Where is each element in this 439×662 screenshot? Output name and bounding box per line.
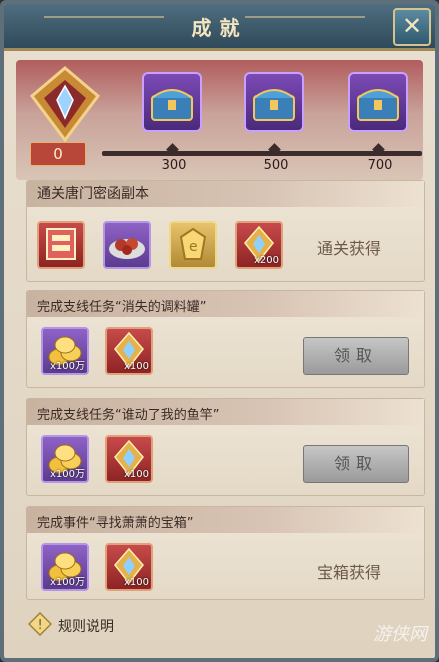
- watermark-text: 游侠网: [373, 624, 427, 645]
- achievement-card: 完成支线任务“谁动了我的鱼竿” x100万 x100 领取: [26, 398, 425, 496]
- reward-quantity: x100万: [49, 469, 85, 480]
- svg-text:e: e: [189, 239, 198, 255]
- reward-item[interactable]: x100: [105, 543, 153, 591]
- achievement-title: 通关唐门密函副本: [37, 186, 149, 202]
- reward-quantity: x100: [123, 469, 149, 480]
- achievement-title: 完成支线任务“消失的调料罐”: [37, 300, 207, 315]
- achievement-status: 通关获得: [317, 239, 382, 258]
- reward-quantity: x200: [253, 255, 279, 266]
- svg-text:!: !: [38, 618, 43, 633]
- tier-label-500: 500: [263, 158, 289, 173]
- reward-chest-300[interactable]: [142, 72, 202, 132]
- achievement-card: 通关唐门密函副本 e x200 通关获得: [26, 180, 425, 282]
- window-title: 成就: [191, 16, 248, 40]
- info-diamond-icon: !: [28, 612, 52, 636]
- tier-label-700: 700: [367, 158, 393, 173]
- treasure-chest-icon: [151, 89, 193, 121]
- reward-item[interactable]: x100万: [41, 327, 89, 375]
- treasure-chest-icon: [253, 89, 295, 121]
- rules-link[interactable]: 规则说明: [58, 616, 114, 636]
- seal-item-icon: [46, 228, 76, 260]
- reward-item[interactable]: x100万: [41, 435, 89, 483]
- reward-item[interactable]: x100: [105, 327, 153, 375]
- food-plate-icon: [109, 238, 145, 259]
- reward-item[interactable]: e: [169, 221, 217, 269]
- reward-chest-700[interactable]: [348, 72, 408, 132]
- achievement-status: 宝箱获得: [317, 563, 382, 582]
- treasure-chest-icon: [357, 89, 399, 121]
- reward-quantity: x100万: [49, 577, 85, 588]
- achievement-card: 完成支线任务“消失的调料罐” x100万 x100 领取: [26, 290, 425, 388]
- reward-quantity: x100万: [49, 361, 85, 372]
- gold-token-icon: e: [179, 227, 207, 260]
- reward-item[interactable]: [103, 221, 151, 269]
- close-button[interactable]: ✕: [393, 8, 431, 46]
- close-icon: ✕: [401, 12, 423, 40]
- achievement-points: 0: [30, 142, 86, 166]
- claim-button[interactable]: 领取: [303, 337, 409, 375]
- reward-item[interactable]: [37, 221, 85, 269]
- achievement-title: 完成支线任务“谁动了我的鱼竿”: [37, 408, 220, 423]
- claim-button[interactable]: 领取: [303, 445, 409, 483]
- reward-item[interactable]: x100: [105, 435, 153, 483]
- achievement-medal-icon: [29, 66, 101, 143]
- tier-label-300: 300: [161, 158, 187, 173]
- reward-item[interactable]: x200: [235, 221, 283, 269]
- achievement-title: 完成事件“寻找萧萧的宝箱”: [37, 516, 194, 531]
- reward-quantity: x100: [123, 577, 149, 588]
- reward-quantity: x100: [123, 361, 149, 372]
- reward-item[interactable]: x100万: [41, 543, 89, 591]
- achievement-window: 成就 ✕ 0 300 500 700 通关唐门密函副本 e x200 通关获得 …: [0, 0, 439, 662]
- title-bar: 成就 ✕: [4, 4, 435, 51]
- reward-chest-500[interactable]: [244, 72, 304, 132]
- achievement-card: 完成事件“寻找萧萧的宝箱” x100万 x100 宝箱获得: [26, 506, 425, 600]
